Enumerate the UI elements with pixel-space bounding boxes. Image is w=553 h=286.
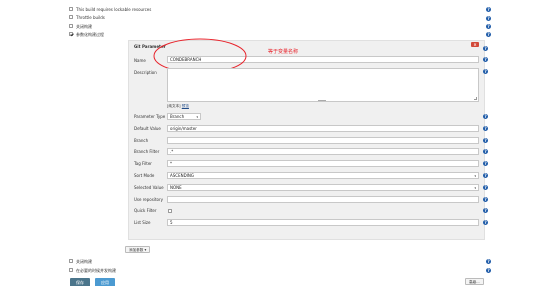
help-icon[interactable]: ? (483, 196, 488, 202)
save-button[interactable]: 保存 (70, 278, 90, 286)
type-value: Branch (170, 114, 185, 119)
concurrent-builds-label: 在必要的时候并发构建 (76, 267, 116, 273)
branch-label: Branch (134, 137, 149, 143)
preview-link[interactable]: 预览 (182, 104, 189, 108)
help-icon[interactable]: ? (483, 69, 488, 74)
list-size-input[interactable]: 5 (167, 219, 479, 227)
sort-mode-select[interactable]: ASCENDING ▾ (167, 172, 479, 179)
preview-row: [纯文本] 预览 (167, 104, 189, 109)
help-icon[interactable]: ? (486, 267, 491, 273)
textarea-drag-handle[interactable] (318, 100, 326, 101)
selected-value-label: Selected Value (134, 184, 164, 190)
chevron-down-icon: ▾ (144, 248, 147, 252)
description-textarea[interactable] (167, 68, 479, 102)
chevron-down-icon: ▾ (196, 115, 198, 119)
help-icon[interactable]: ? (483, 114, 488, 119)
use-repository-label: Use repository (134, 196, 163, 202)
branch-filter-value: .* (170, 149, 174, 155)
branch-filter-label: Branch Filter (134, 149, 160, 155)
chevron-down-icon: ▾ (474, 185, 476, 190)
tag-filter-input[interactable]: * (167, 160, 479, 168)
sort-mode-label: Sort Mode (134, 173, 155, 178)
help-icon[interactable]: ? (483, 184, 488, 190)
tag-filter-label: Tag Filter (134, 161, 152, 167)
branch-filter-input[interactable]: .* (167, 148, 479, 156)
list-size-value: 5 (170, 220, 173, 226)
branch-input[interactable] (167, 136, 479, 144)
description-label: Description (134, 69, 157, 75)
add-parameter-label: 添加参数 (129, 248, 144, 252)
disable-build-bottom-label: 关闭构建 (76, 258, 92, 264)
selected-value-value: NONE (170, 184, 182, 190)
default-label: Default Value (134, 125, 161, 131)
help-icon[interactable]: ? (483, 173, 488, 178)
advanced-button[interactable]: 高级... (465, 278, 484, 285)
quick-filter-checkbox[interactable] (168, 208, 172, 213)
selected-value-select[interactable]: NONE ▾ (167, 183, 479, 191)
type-select[interactable]: Branch ▾ (167, 113, 201, 120)
quick-filter-label: Quick Filter (134, 208, 157, 214)
sort-mode-value: ASCENDING (170, 173, 194, 178)
default-value: origin/master (170, 125, 197, 131)
plain-text-label: [纯文本] (167, 104, 181, 108)
apply-button[interactable]: 应用 (95, 278, 115, 286)
list-size-label: List Size (134, 220, 151, 226)
add-parameter-button[interactable]: 添加参数 ▾ (125, 246, 151, 253)
resize-handle[interactable] (474, 97, 477, 100)
use-repository-input[interactable] (167, 195, 479, 203)
help-icon[interactable]: ? (483, 137, 488, 143)
disable-build-bottom-checkbox[interactable] (69, 259, 73, 263)
default-input[interactable]: origin/master (167, 124, 479, 132)
tag-filter-value: * (170, 161, 172, 167)
chevron-down-icon: ▾ (474, 174, 476, 178)
help-icon[interactable]: ? (483, 125, 488, 131)
annotation-text: 等于变量名称 (268, 49, 299, 55)
concurrent-builds-checkbox[interactable] (69, 268, 73, 272)
help-icon[interactable]: ? (486, 258, 491, 264)
type-label: Parameter Type (134, 114, 166, 119)
